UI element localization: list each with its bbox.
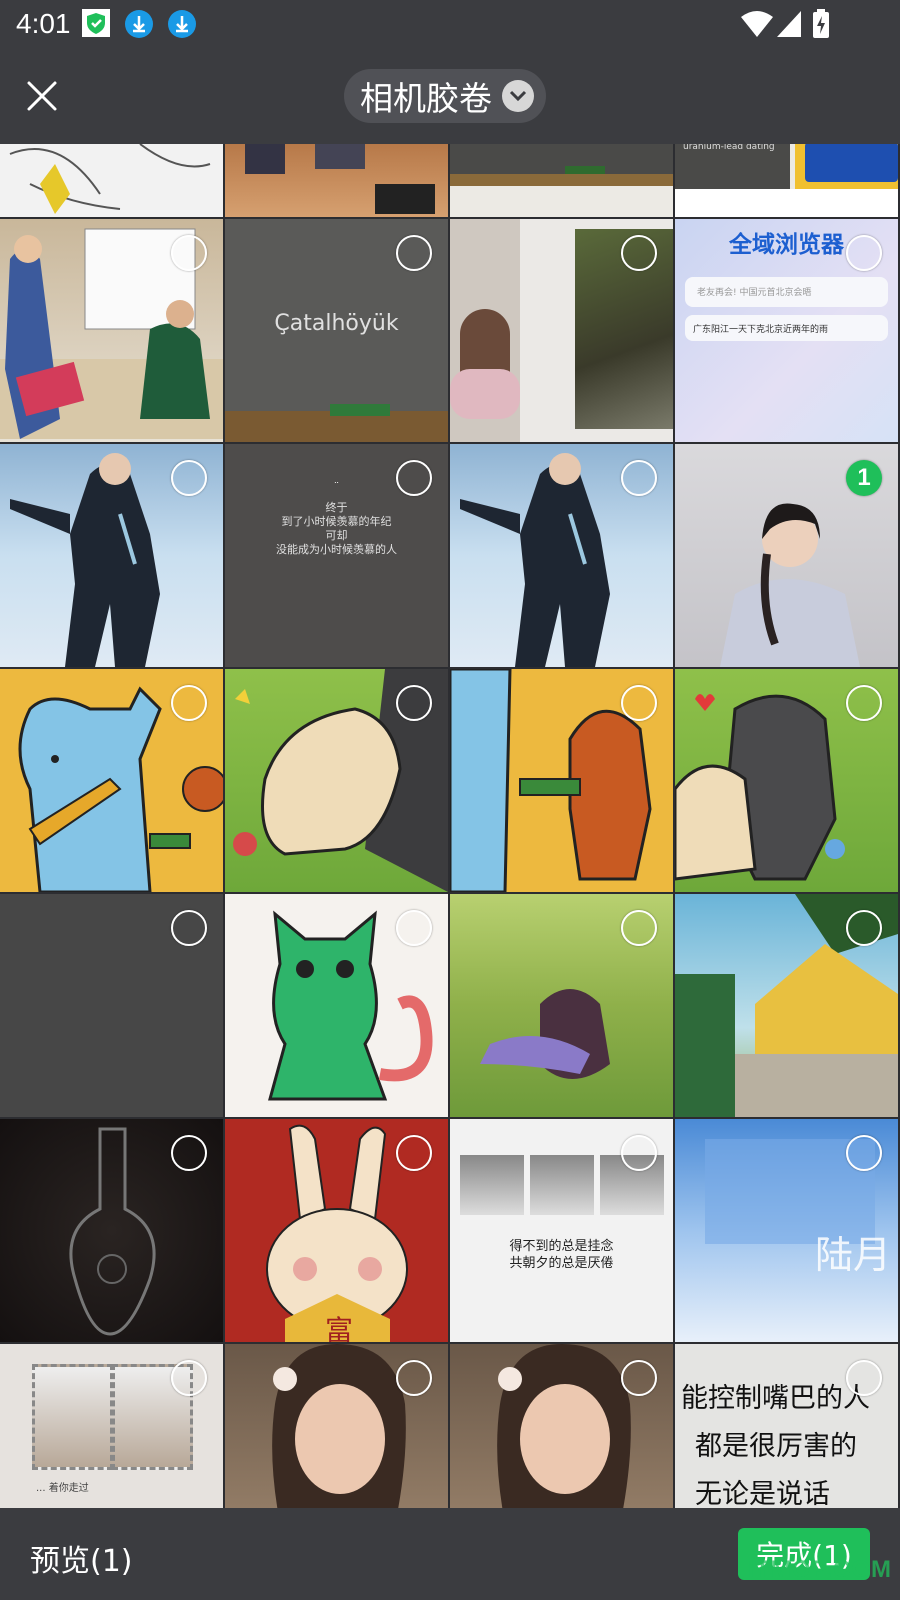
select-circle[interactable] bbox=[621, 685, 657, 721]
photo-tile[interactable]: 富 bbox=[225, 1119, 448, 1342]
select-circle[interactable] bbox=[621, 235, 657, 271]
photo-tile[interactable]: ¨ 终于 到了小时候羡慕的年纪 可却 没能成为小时候羡慕的人 bbox=[225, 444, 448, 667]
tile-caption: 老友再会! 中国元首北京会晤 bbox=[697, 288, 812, 298]
tile-caption: ... 着你走过 bbox=[36, 1483, 89, 1494]
select-circle[interactable] bbox=[396, 1360, 432, 1396]
wifi-icon bbox=[740, 10, 774, 42]
select-circle[interactable] bbox=[171, 1360, 207, 1396]
tile-caption: 没能成为小时候羡慕的人 bbox=[276, 543, 397, 556]
tile-caption: uranium-lead dating bbox=[683, 144, 775, 152]
photo-tile[interactable] bbox=[225, 669, 448, 892]
album-selector[interactable]: 相机胶卷 bbox=[344, 69, 546, 123]
photo-tile[interactable] bbox=[0, 1119, 223, 1342]
chevron-down-icon bbox=[502, 80, 534, 112]
status-bar: 4:01 bbox=[0, 0, 900, 48]
select-circle[interactable] bbox=[396, 1135, 432, 1171]
select-circle[interactable] bbox=[396, 685, 432, 721]
download-icon bbox=[124, 9, 153, 38]
photo-tile[interactable] bbox=[0, 219, 223, 442]
photo-tile[interactable] bbox=[450, 1344, 673, 1508]
photo-tile[interactable]: 陆月 bbox=[675, 1119, 898, 1342]
photo-tile[interactable] bbox=[450, 144, 673, 217]
photo-tile[interactable] bbox=[450, 219, 673, 442]
tile-caption: 无论是说话 bbox=[695, 1479, 830, 1508]
select-circle[interactable] bbox=[396, 910, 432, 946]
tile-caption: Çatalhöyük bbox=[274, 311, 399, 336]
photo-tile[interactable]: 1 bbox=[675, 444, 898, 667]
bottom-bar: 预览(1) 完成(1) ITMOP.COM bbox=[0, 1508, 900, 1600]
select-circle[interactable] bbox=[396, 235, 432, 271]
select-circle[interactable] bbox=[846, 910, 882, 946]
photo-tile[interactable] bbox=[225, 144, 448, 217]
photo-grid: uranium-lead dating Çatalhöyük 全域浏览器 老友再… bbox=[0, 144, 900, 1508]
photo-tile[interactable] bbox=[0, 144, 223, 217]
battery-icon bbox=[812, 9, 830, 43]
photo-tile[interactable] bbox=[450, 669, 673, 892]
select-circle[interactable] bbox=[846, 685, 882, 721]
select-circle[interactable] bbox=[171, 910, 207, 946]
selected-badge[interactable]: 1 bbox=[846, 460, 882, 496]
tile-caption: 都是很厉害的 bbox=[695, 1431, 857, 1462]
select-circle[interactable] bbox=[621, 1135, 657, 1171]
shield-app-icon bbox=[82, 9, 110, 37]
select-circle[interactable] bbox=[621, 1360, 657, 1396]
select-circle[interactable] bbox=[621, 460, 657, 496]
photo-tile[interactable]: 得不到的总是挂念 共朝夕的总是厌倦 bbox=[450, 1119, 673, 1342]
tile-caption: 能控制嘴巴的人 bbox=[681, 1383, 870, 1414]
status-time: 4:01 bbox=[16, 8, 71, 39]
select-circle[interactable] bbox=[171, 460, 207, 496]
photo-tile[interactable] bbox=[225, 1344, 448, 1508]
tile-caption: 富 bbox=[325, 1314, 354, 1342]
cellular-signal-icon bbox=[776, 10, 802, 42]
photo-tile[interactable] bbox=[0, 669, 223, 892]
photo-tile[interactable] bbox=[0, 894, 223, 1117]
watermark: ITMOP.COM bbox=[747, 1556, 892, 1583]
close-button[interactable] bbox=[20, 74, 64, 118]
photo-tile[interactable]: uranium-lead dating bbox=[675, 144, 898, 217]
close-icon bbox=[27, 81, 57, 111]
selected-number: 1 bbox=[857, 464, 871, 491]
download-icon bbox=[167, 9, 196, 38]
photo-tile[interactable]: 全域浏览器 老友再会! 中国元首北京会晤 广东阳江一天下克北京近两年的雨 bbox=[675, 219, 898, 442]
photo-tile[interactable]: Çatalhöyük bbox=[225, 219, 448, 442]
select-circle[interactable] bbox=[171, 685, 207, 721]
select-circle[interactable] bbox=[171, 1135, 207, 1171]
photo-tile[interactable] bbox=[225, 894, 448, 1117]
tile-caption: 广东阳江一天下克北京近两年的雨 bbox=[693, 325, 829, 335]
preview-button[interactable]: 预览(1) bbox=[30, 1536, 133, 1580]
photo-tile[interactable] bbox=[450, 444, 673, 667]
photo-tile[interactable] bbox=[450, 894, 673, 1117]
tile-caption: 陆月 bbox=[815, 1233, 892, 1277]
select-circle[interactable] bbox=[171, 235, 207, 271]
select-circle[interactable] bbox=[846, 1135, 882, 1171]
photo-tile[interactable] bbox=[675, 669, 898, 892]
select-circle[interactable] bbox=[621, 910, 657, 946]
select-circle[interactable] bbox=[846, 235, 882, 271]
photo-tile[interactable]: 能控制嘴巴的人 都是很厉害的 无论是说话 bbox=[675, 1344, 898, 1508]
select-circle[interactable] bbox=[396, 460, 432, 496]
top-bar: 相机胶卷 bbox=[0, 48, 900, 144]
album-title: 相机胶卷 bbox=[360, 79, 492, 118]
select-circle[interactable] bbox=[846, 1360, 882, 1396]
photo-tile[interactable] bbox=[675, 894, 898, 1117]
photo-tile[interactable]: ... 着你走过 bbox=[0, 1344, 223, 1508]
photo-tile[interactable] bbox=[0, 444, 223, 667]
tile-caption: 共朝夕的总是厌倦 bbox=[509, 1256, 614, 1271]
